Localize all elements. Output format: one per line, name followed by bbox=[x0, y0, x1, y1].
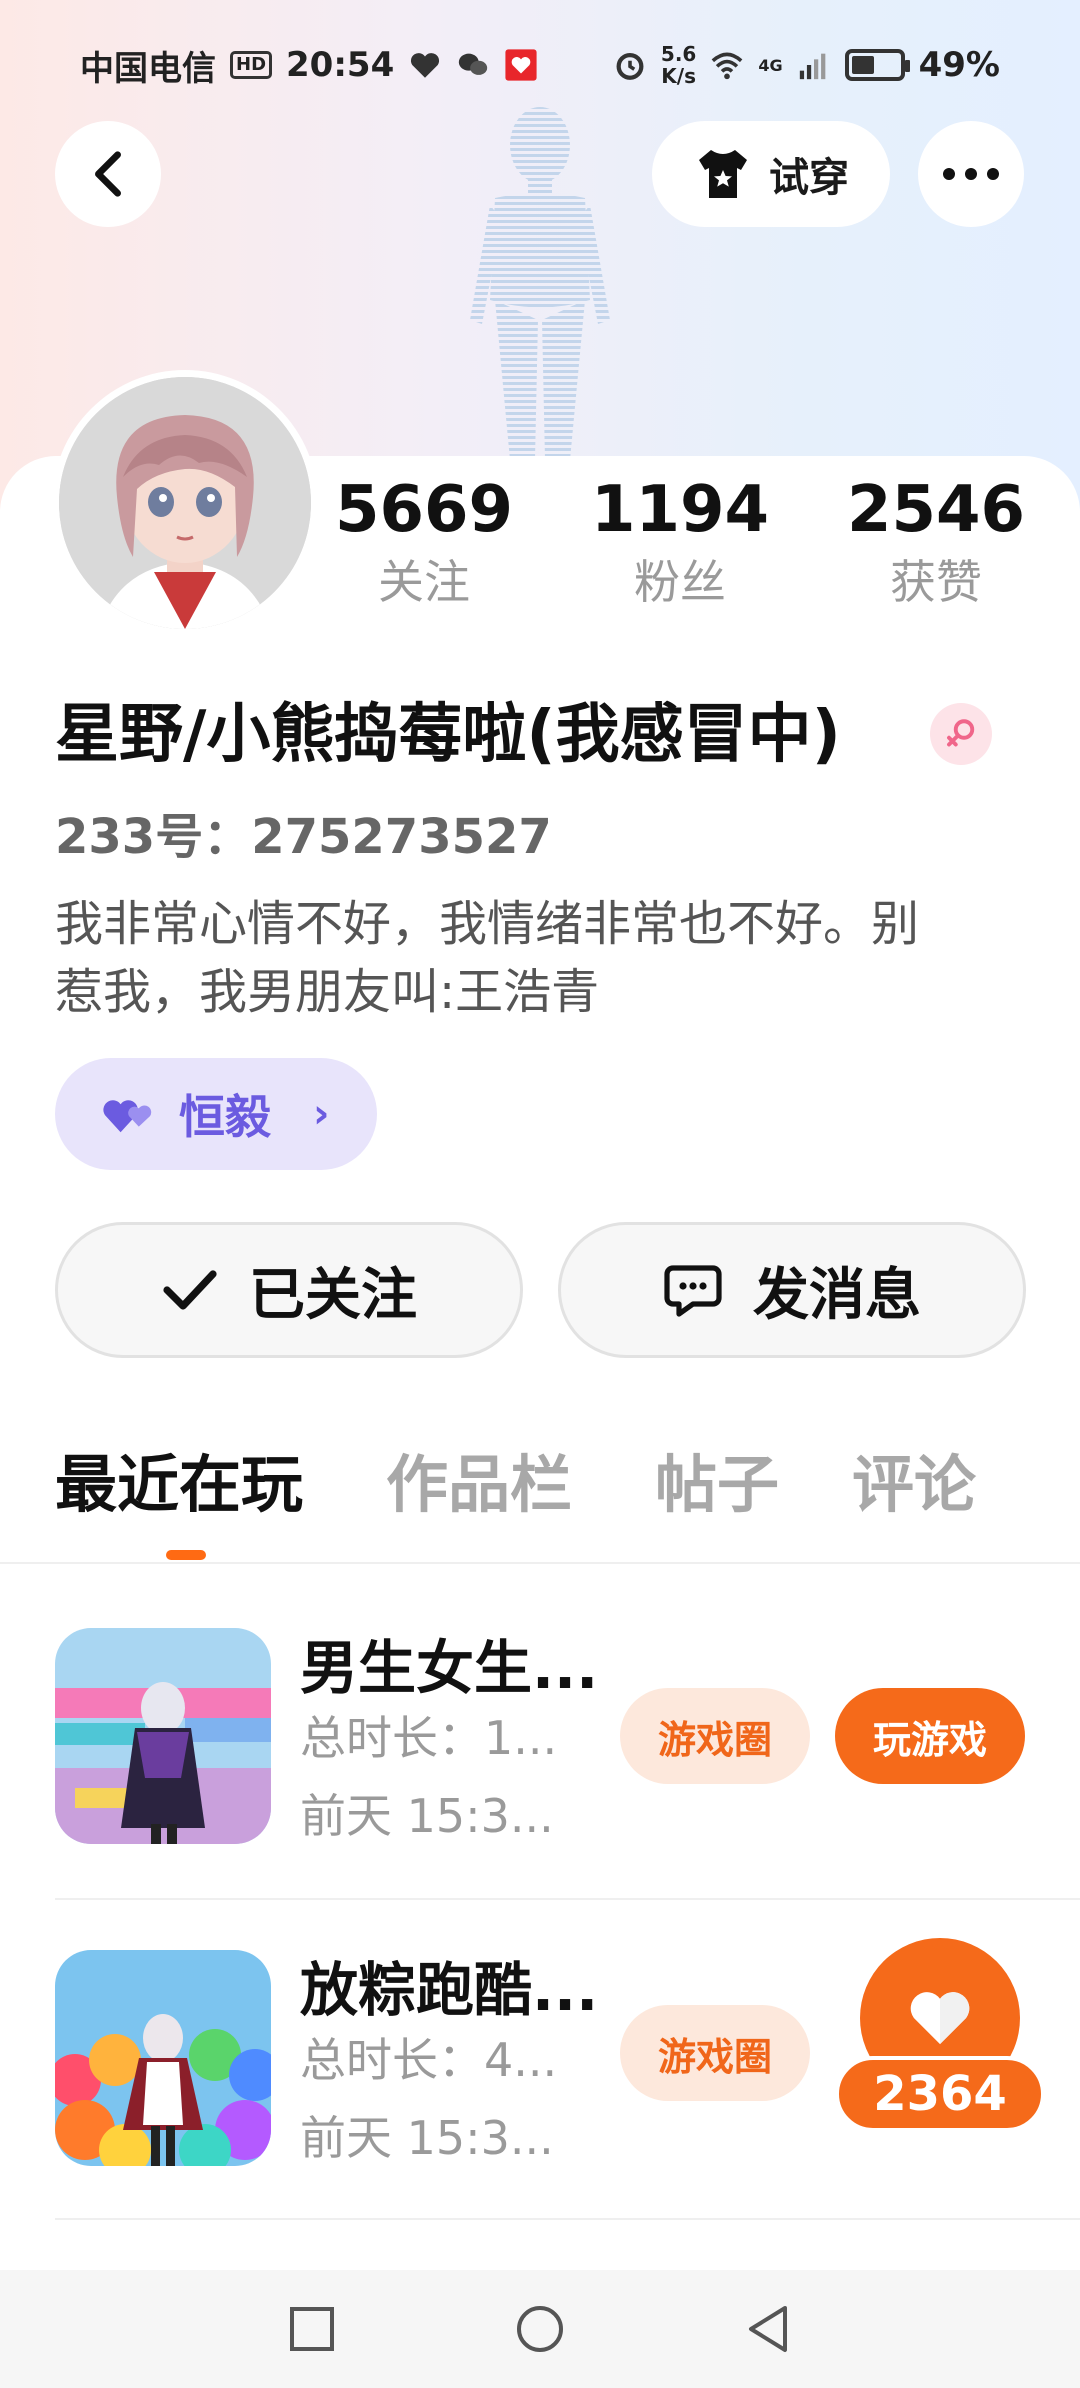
stat-following-label: 关注 bbox=[378, 555, 470, 609]
like-floating-button[interactable]: 2364 bbox=[835, 1938, 1045, 2138]
partner-chip[interactable]: 恒毅 › bbox=[55, 1058, 377, 1170]
bio-line: 惹我，我男朋友叫:王浩青 bbox=[55, 964, 600, 1020]
stat-following-value: 5669 bbox=[334, 473, 514, 547]
play-game-button[interactable]: 玩游戏 bbox=[835, 1688, 1025, 1784]
wifi-icon bbox=[711, 52, 743, 80]
wechat-icon bbox=[459, 53, 488, 75]
status-bar: 中国电信 HD 20:54 5.6 K/s 4G 49% bbox=[0, 0, 1080, 130]
send-message-button[interactable]: 发消息 bbox=[558, 1222, 1026, 1358]
tab-works[interactable]: 作品栏 bbox=[386, 1440, 572, 1530]
stat-likes-value: 2546 bbox=[846, 473, 1026, 547]
partner-name: 恒毅 bbox=[179, 1090, 271, 1144]
chat-bubble-icon bbox=[664, 1265, 722, 1317]
chevron-right-icon: › bbox=[313, 1091, 330, 1137]
carrier-name: 中国电信 bbox=[80, 48, 216, 89]
stat-followers-label: 粉丝 bbox=[634, 555, 726, 609]
user-bio: 我非常心情不好，我情绪非常也不好。别 惹我，我男朋友叫:王浩青 bbox=[55, 890, 1035, 1026]
network-speed-unit: K/s bbox=[661, 64, 696, 88]
alarm-icon bbox=[616, 52, 644, 80]
tab-recently-played[interactable]: 最近在玩 bbox=[55, 1440, 303, 1530]
tab-posts[interactable]: 帖子 bbox=[655, 1440, 779, 1530]
app-notification-icon bbox=[505, 49, 537, 81]
game-last-played: 前天 15:3... bbox=[300, 2111, 554, 2165]
network-speed: 5.6 K/s bbox=[661, 43, 696, 87]
network-speed-value: 5.6 bbox=[660, 42, 697, 66]
following-label: 已关注 bbox=[249, 1262, 417, 1328]
game-circle-button[interactable]: 游戏圈 bbox=[620, 1688, 810, 1784]
battery-percent: 49% bbox=[918, 45, 1000, 85]
send-message-label: 发消息 bbox=[753, 1262, 921, 1328]
chevron-left-icon bbox=[95, 151, 121, 197]
stat-likes[interactable]: 2546 获赞 bbox=[826, 470, 1046, 614]
double-heart-icon bbox=[103, 1100, 152, 1133]
clock-time: 20:54 bbox=[286, 45, 395, 85]
hd-badge: HD bbox=[230, 51, 273, 79]
tab-comments[interactable]: 评论 bbox=[852, 1440, 976, 1530]
hologram-avatar-figure bbox=[470, 107, 610, 460]
tshirt-icon bbox=[699, 150, 747, 198]
female-gender-icon bbox=[930, 703, 992, 765]
game-title: 放粽跑酷... bbox=[300, 1956, 599, 2024]
list-divider bbox=[55, 2218, 1080, 2220]
following-button[interactable]: 已关注 bbox=[55, 1222, 523, 1358]
game-last-played: 前天 15:3... bbox=[300, 1789, 554, 1843]
user-nickname: 星野/小熊捣莓啦(我感冒中) bbox=[55, 698, 841, 772]
heart-icon bbox=[910, 1992, 970, 2045]
bio-line: 我非常心情不好，我情绪非常也不好。别 bbox=[55, 896, 920, 952]
try-on-label: 试穿 bbox=[769, 155, 849, 201]
status-right: 5.6 K/s 4G 49% bbox=[613, 43, 1000, 87]
game-list-item[interactable]: 男生女生... 总时长：1... 前天 15:3... 游戏圈 玩游戏 bbox=[55, 1628, 1025, 1848]
back-button[interactable] bbox=[55, 121, 161, 227]
network-type: 4G bbox=[758, 55, 783, 75]
more-dots-icon bbox=[943, 168, 999, 180]
list-divider bbox=[55, 1898, 1080, 1900]
active-tab-indicator bbox=[166, 1550, 206, 1560]
game-thumbnail bbox=[55, 1950, 271, 2166]
status-left: 中国电信 HD 20:54 bbox=[80, 41, 538, 90]
check-icon bbox=[163, 1270, 217, 1310]
system-nav-bar bbox=[0, 2270, 1080, 2388]
profile-tabs: 最近在玩 作品栏 帖子 评论 bbox=[0, 1440, 1080, 1560]
battery-icon bbox=[844, 49, 910, 81]
game-circle-button[interactable]: 游戏圈 bbox=[620, 2005, 810, 2101]
stat-likes-label: 获赞 bbox=[890, 555, 982, 609]
game-thumbnail bbox=[55, 1628, 271, 1844]
game-duration: 总时长：1... bbox=[300, 1711, 558, 1765]
back-nav-icon[interactable] bbox=[745, 2304, 791, 2354]
stat-followers-value: 1194 bbox=[590, 473, 770, 547]
tabs-divider bbox=[0, 1562, 1080, 1564]
game-duration: 总时长：4... bbox=[300, 2033, 558, 2087]
profile-stats: 5669 关注 1194 粉丝 2546 获赞 bbox=[0, 470, 1080, 630]
try-on-button[interactable]: 试穿 bbox=[652, 121, 890, 227]
user-id: 233号：275273527 bbox=[55, 809, 552, 865]
signal-icon bbox=[799, 53, 825, 80]
stat-following[interactable]: 5669 关注 bbox=[314, 470, 534, 614]
recent-apps-icon[interactable] bbox=[289, 2306, 335, 2352]
more-options-button[interactable] bbox=[918, 121, 1024, 227]
home-icon[interactable] bbox=[515, 2304, 565, 2354]
like-count: 2364 bbox=[835, 2056, 1045, 2132]
heart-status-icon bbox=[411, 53, 440, 78]
game-title: 男生女生... bbox=[300, 1634, 599, 1702]
stat-followers[interactable]: 1194 粉丝 bbox=[570, 470, 790, 614]
